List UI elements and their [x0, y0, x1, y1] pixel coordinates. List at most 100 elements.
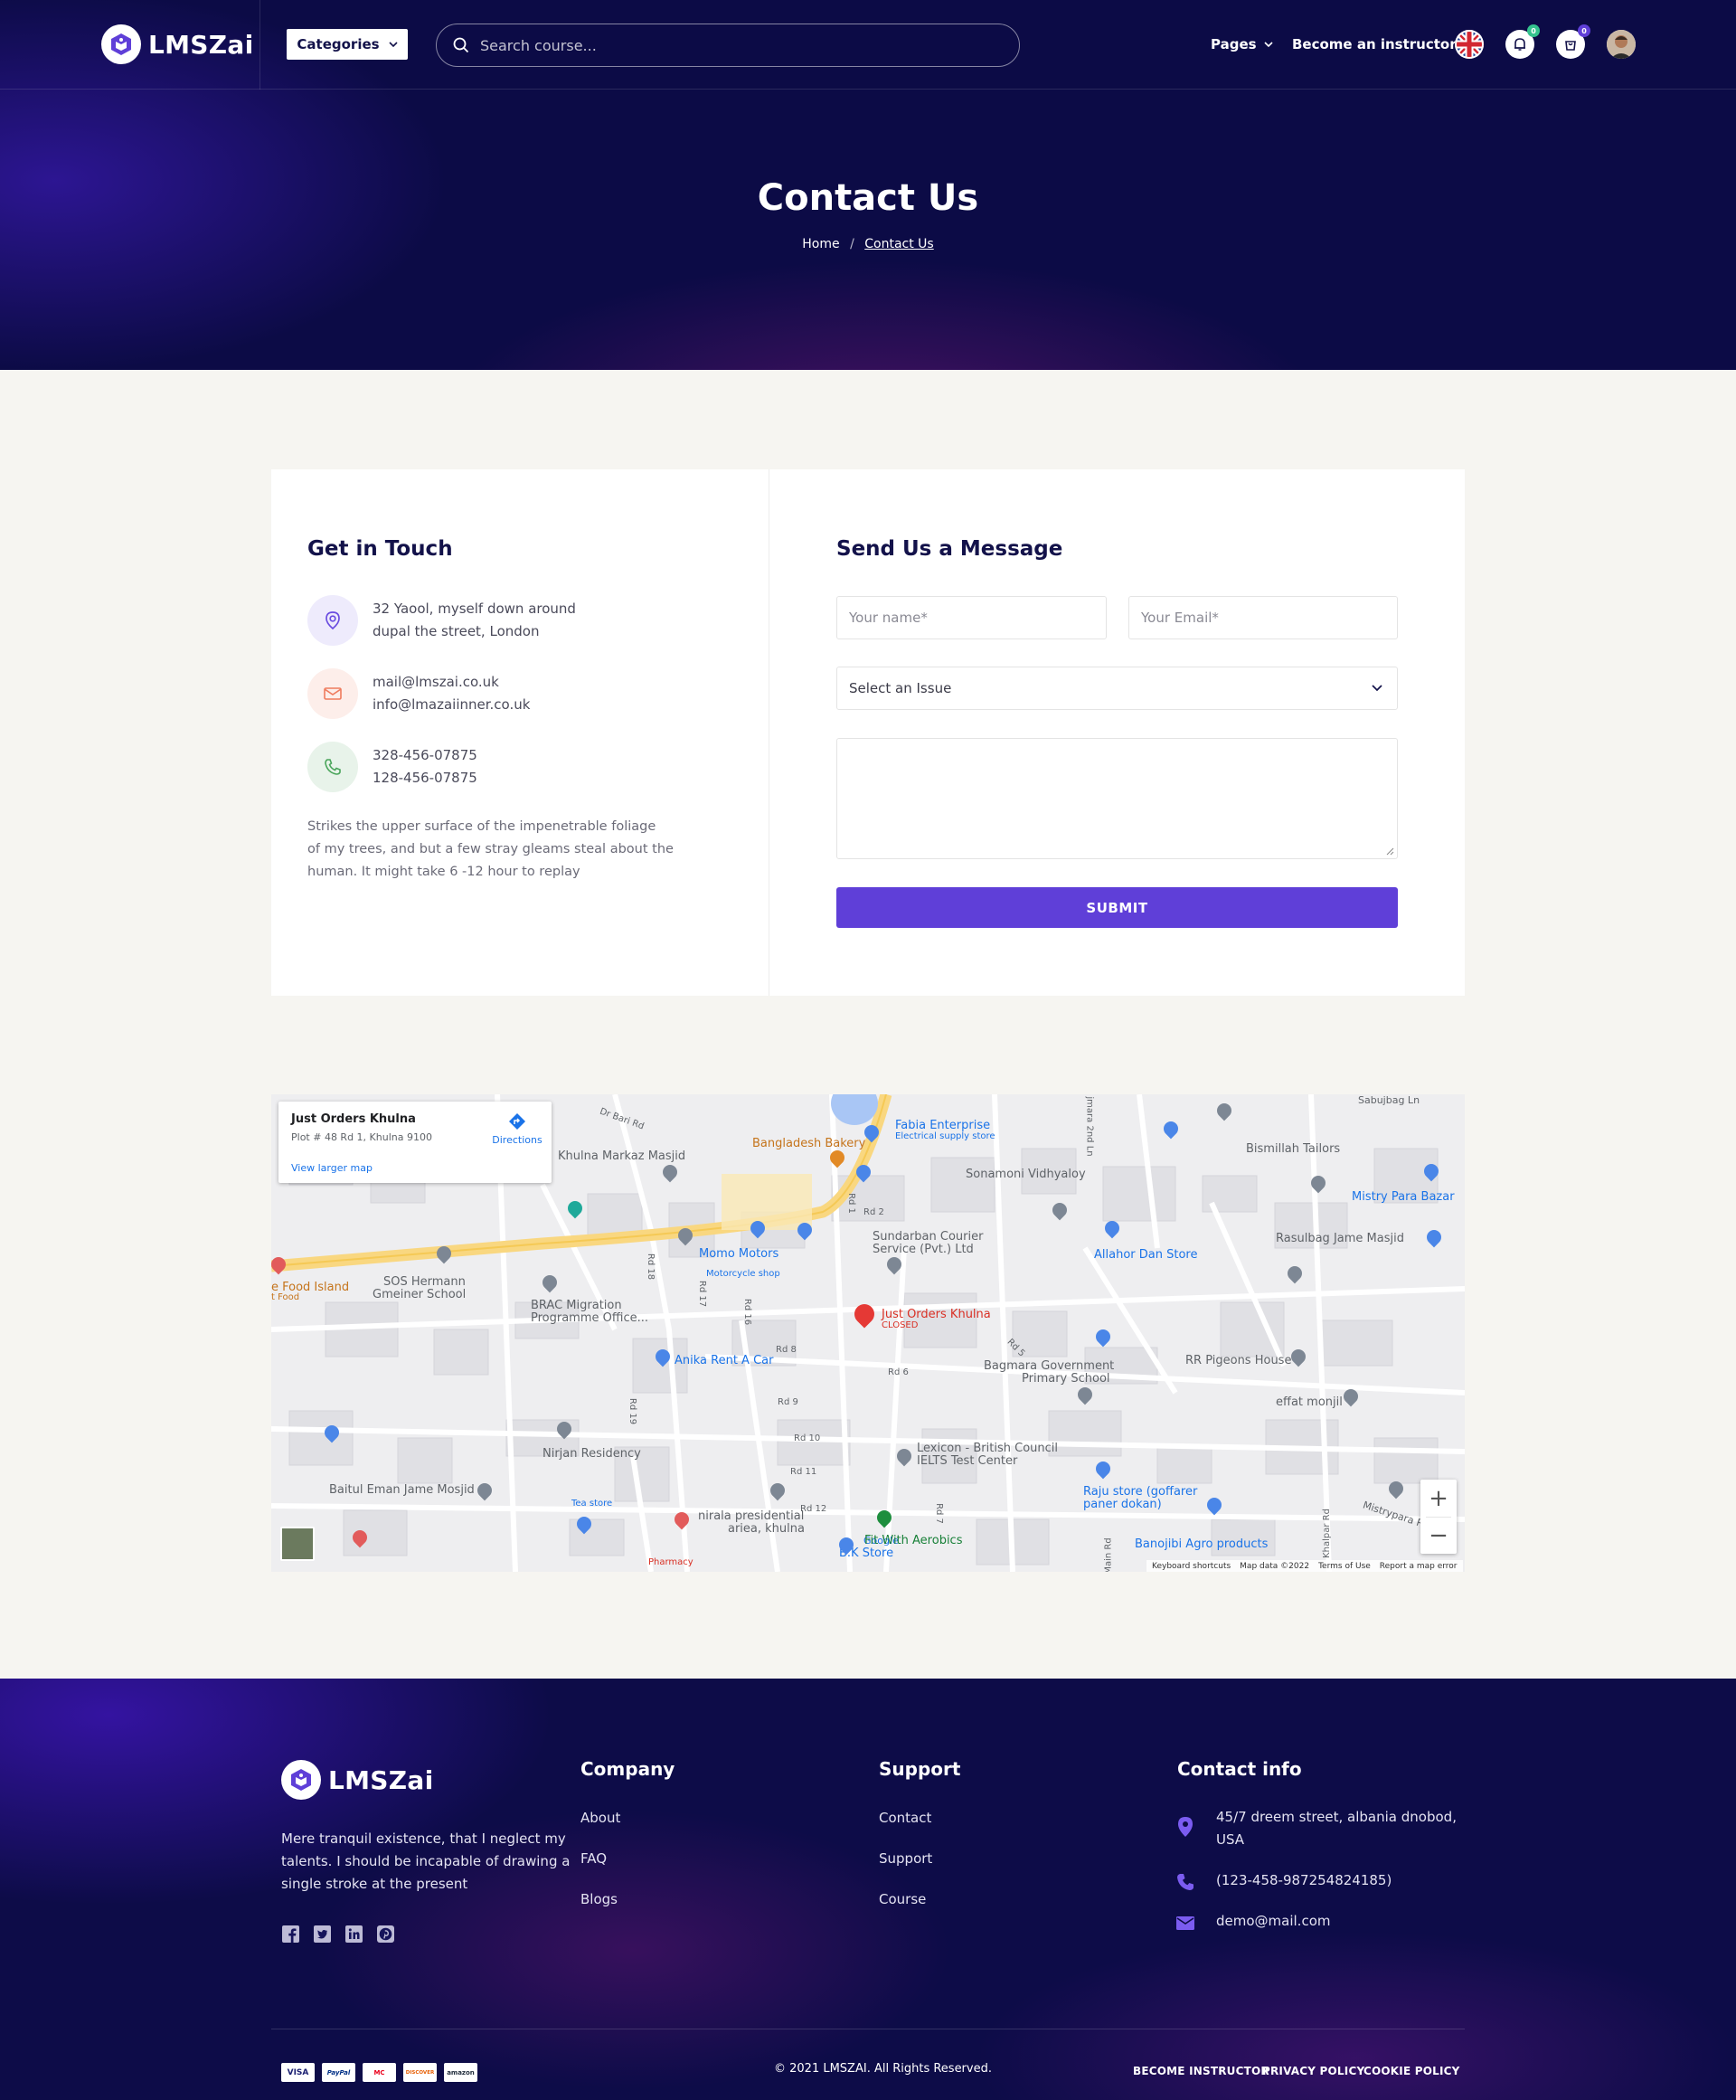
brand-logo[interactable]: LMSZai — [101, 24, 253, 64]
map-place-address: Plot # 48 Rd 1, Khulna 9100 — [291, 1131, 432, 1143]
footer-link-about[interactable]: About — [580, 1810, 620, 1826]
map-place-card: Just Orders Khulna Plot # 48 Rd 1, Khuln… — [278, 1102, 552, 1183]
become-instructor-footer-link[interactable]: BECOME INSTRUCTOR — [1133, 2065, 1269, 2077]
mail-icon — [1176, 1916, 1194, 1930]
phone-icon — [1177, 1874, 1194, 1890]
road-label: Rd 10 — [794, 1433, 821, 1443]
footer-link-contact[interactable]: Contact — [879, 1810, 931, 1826]
pinterest-icon[interactable] — [376, 1925, 395, 1944]
map-label: Mistry Para Bazar — [1352, 1190, 1455, 1204]
road-label: jmara 2nd Ln — [1084, 1096, 1095, 1157]
facebook-icon[interactable] — [281, 1925, 300, 1944]
zoom-out-button[interactable]: − — [1420, 1518, 1457, 1554]
map-label: Tea store — [571, 1499, 613, 1509]
address-line: dupal the street, London — [373, 623, 540, 639]
map-label: ariea, khulna — [728, 1522, 805, 1536]
road-label: Main Rd — [1103, 1537, 1114, 1572]
map-label: effat monjil — [1276, 1395, 1343, 1409]
map-label: Sabujbag Ln — [1358, 1094, 1420, 1106]
map-label: Pharmacy — [648, 1557, 693, 1567]
phone-number[interactable]: 328-456-07875 — [373, 744, 477, 767]
terms-link[interactable]: Terms of Use — [1318, 1562, 1371, 1571]
satellite-toggle[interactable] — [280, 1527, 315, 1561]
social-links — [281, 1925, 395, 1944]
linkedin-icon[interactable] — [344, 1925, 363, 1944]
description-line: Strikes the upper surface of the impenet… — [307, 819, 656, 834]
language-flag-icon[interactable] — [1455, 30, 1484, 59]
brand-name: LMSZai — [328, 1764, 434, 1795]
become-instructor-link[interactable]: Become an instructor — [1292, 36, 1457, 52]
mail-icon — [307, 668, 358, 719]
address-line: USA — [1216, 1831, 1245, 1848]
cart-icon — [1565, 41, 1576, 51]
cart-count-badge: 0 — [1578, 24, 1590, 37]
cookie-policy-link[interactable]: COOKIE POLICY — [1363, 2065, 1460, 2077]
visa-icon: VISA — [281, 2063, 315, 2082]
email-block: mail@lmszai.co.uk info@lmazaiinner.co.uk — [373, 671, 530, 716]
map-label: Banojibi Agro products — [1135, 1537, 1269, 1551]
map-label: Rasulbag Jame Masjid — [1276, 1232, 1404, 1245]
chevron-down-icon — [1263, 41, 1273, 47]
categories-dropdown-button[interactable]: Categories — [287, 29, 408, 60]
email-field[interactable]: Your Email* — [1128, 596, 1398, 639]
submit-button[interactable]: SUBMIT — [836, 887, 1398, 928]
footer-phone[interactable]: (123-458-987254824185) — [1216, 1869, 1392, 1892]
map-label: Momo Motors — [699, 1247, 779, 1261]
map-label: Lexicon - British Council — [917, 1442, 1058, 1455]
logo-icon — [101, 24, 141, 64]
cart-button[interactable]: 0 — [1556, 24, 1590, 59]
privacy-policy-link[interactable]: PRIVACY POLICY — [1262, 2065, 1364, 2077]
footer-link-course[interactable]: Course — [879, 1891, 926, 1907]
phone-number[interactable]: 128-456-07875 — [373, 767, 477, 790]
map-label: Sonamoni Vidhyaloy — [966, 1168, 1086, 1181]
notification-button[interactable]: 0 — [1505, 24, 1540, 59]
company-heading: Company — [580, 1758, 675, 1780]
top-navbar: LMSZai Categories Search course... Pages… — [0, 0, 1736, 90]
map-label: Bagmara Government — [984, 1359, 1115, 1373]
map-label: Raju store (goffarer — [1083, 1485, 1198, 1499]
map-label: Primary School — [1022, 1372, 1110, 1386]
map-label: Motorcycle shop — [706, 1269, 780, 1279]
google-map[interactable]: Just Orders Khulna Plot # 48 Rd 1, Khuln… — [271, 1094, 1465, 1572]
search-input[interactable]: Search course... — [436, 24, 1020, 67]
map-label: Fabia Enterprise — [895, 1119, 991, 1132]
amazon-icon: amazon — [444, 2063, 477, 2082]
footer-link-faq[interactable]: FAQ — [580, 1850, 607, 1867]
keyboard-shortcuts-link[interactable]: Keyboard shortcuts — [1152, 1562, 1231, 1571]
paypal-icon: PayPal — [322, 2063, 355, 2082]
address-line: 32 Yaool, myself down around — [373, 601, 576, 617]
description-line: of my trees, and but a few stray gleams … — [307, 842, 674, 856]
bell-icon — [1514, 38, 1525, 51]
footer-link-support[interactable]: Support — [879, 1850, 932, 1867]
footer-logo[interactable]: LMSZai — [281, 1760, 433, 1800]
contact-description: Strikes the upper surface of the impenet… — [307, 816, 674, 884]
report-error-link[interactable]: Report a map error — [1380, 1562, 1458, 1571]
categories-label: Categories — [297, 36, 380, 52]
email-link[interactable]: mail@lmszai.co.uk — [373, 671, 530, 694]
directions-button[interactable]: Directions — [490, 1112, 544, 1146]
breadcrumb-home[interactable]: Home — [802, 237, 839, 251]
road-label: Rd 18 — [646, 1253, 656, 1281]
search-placeholder: Search course... — [480, 36, 597, 54]
footer-email[interactable]: demo@mail.com — [1216, 1910, 1330, 1933]
directions-label: Directions — [492, 1134, 542, 1146]
email-link[interactable]: info@lmazaiinner.co.uk — [373, 694, 530, 716]
description-line: human. It might take 6 -12 hour to repla… — [307, 865, 580, 879]
get-in-touch-heading: Get in Touch — [307, 537, 453, 561]
view-larger-map-link[interactable]: View larger map — [291, 1162, 373, 1174]
twitter-icon[interactable] — [313, 1925, 332, 1944]
map-label: Service (Pvt.) Ltd — [873, 1243, 974, 1256]
zoom-in-button[interactable]: + — [1420, 1480, 1457, 1517]
user-avatar[interactable] — [1607, 30, 1636, 59]
issue-select[interactable]: Select an Issue — [836, 667, 1398, 710]
map-label: paner dokan) — [1083, 1498, 1162, 1511]
name-field[interactable]: Your name* — [836, 596, 1107, 639]
pages-dropdown[interactable]: Pages — [1211, 36, 1273, 52]
breadcrumb-current[interactable]: Contact Us — [864, 237, 933, 251]
road-label: Rd 8 — [776, 1345, 797, 1355]
resize-handle-icon[interactable] — [1386, 847, 1394, 856]
footer-link-blogs[interactable]: Blogs — [580, 1891, 618, 1907]
message-textarea[interactable] — [836, 738, 1398, 859]
map-label: Bismillah Tailors — [1246, 1142, 1341, 1156]
location-icon — [307, 595, 358, 646]
